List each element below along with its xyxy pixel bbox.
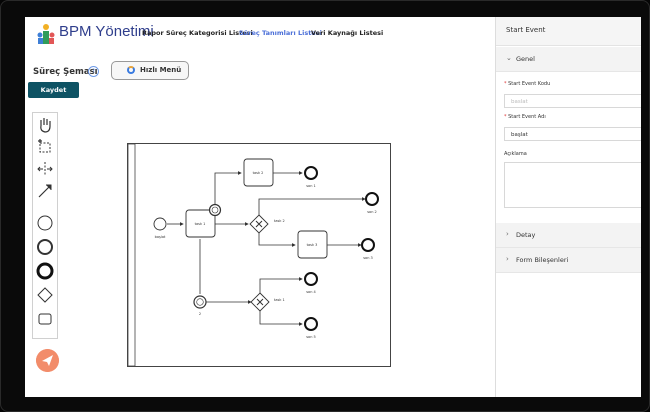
section-detay-label: Detay	[516, 231, 536, 239]
gateway-1-label: task 2	[274, 219, 285, 223]
lasso-tool-icon[interactable]	[35, 137, 55, 157]
section-genel-label: Genel	[516, 55, 535, 63]
aciklama-label: Açıklama	[504, 151, 527, 157]
intermediate-timer-event[interactable]	[193, 295, 207, 309]
start-event[interactable]	[153, 217, 167, 231]
start-event-code-input[interactable]: baslat	[504, 94, 641, 108]
nav-veri-kaynagi[interactable]: Veri Kaynağı Listesi	[311, 29, 383, 37]
end-event-3[interactable]	[361, 238, 375, 252]
device-frame: BPM Yönetimi Rapor Süreç Kategorisi List…	[0, 0, 650, 412]
nav-rapor[interactable]: Rapor	[142, 29, 164, 37]
pool-lane-header	[127, 143, 136, 367]
section-form-bilesenleri[interactable]: › Form Bileşenleri	[496, 248, 641, 273]
send-button[interactable]	[36, 349, 59, 372]
info-icon[interactable]: ?	[88, 66, 99, 77]
gateway-2-label: task 1	[274, 298, 285, 302]
hand-tool-icon[interactable]	[35, 115, 55, 135]
intermediate-event-icon[interactable]	[35, 237, 55, 257]
chevron-right-icon: ›	[506, 230, 509, 238]
chevron-right-icon: ›	[506, 255, 509, 263]
quick-menu-button[interactable]: Hızlı Menü	[111, 61, 189, 80]
task-3-label: task 3	[307, 243, 318, 247]
start-event-label: başlat	[155, 235, 166, 239]
task-2-top-label: task 2	[253, 171, 264, 175]
top-navbar: BPM Yönetimi Rapor Süreç Kategorisi List…	[25, 17, 495, 51]
quick-menu-label: Hızlı Menü	[140, 66, 182, 74]
task-icon[interactable]	[35, 309, 55, 329]
end-event-1[interactable]	[304, 166, 318, 180]
connect-tool-icon[interactable]	[35, 181, 55, 201]
people-logo-icon	[37, 24, 55, 44]
loading-ring-icon	[127, 66, 135, 74]
app-screen: BPM Yönetimi Rapor Süreç Kategorisi List…	[25, 17, 641, 397]
end-event-3-label: son 3	[363, 256, 373, 260]
description-textarea[interactable]	[504, 162, 641, 208]
end-event-5-label: son 5	[306, 335, 316, 339]
nav-surec-tanimlari[interactable]: Süreç Tanımları Listesi	[239, 29, 322, 37]
start-event-icon[interactable]	[35, 213, 55, 233]
task-1-label: task 1	[195, 222, 206, 226]
end-event-2[interactable]	[365, 192, 379, 206]
end-event-2-label: son 2	[367, 210, 377, 214]
section-form-label: Form Bileşenleri	[516, 256, 569, 264]
end-event-4[interactable]	[304, 272, 318, 286]
properties-panel: Start Event ⌄ Genel * Start Event Kodu b…	[495, 17, 641, 397]
bpmn-diagram: başlat task 1 task 2 son 1 task 2 son 2 …	[127, 143, 379, 367]
end-event-4-label: son 4	[306, 290, 316, 294]
end-event-5[interactable]	[304, 317, 318, 331]
brand-title: BPM Yönetimi	[59, 23, 154, 40]
start-event-name-value: başlat	[511, 132, 528, 138]
bpmn-canvas[interactable]: başlat task 1 task 2 son 1 task 2 son 2 …	[127, 143, 391, 367]
section-genel[interactable]: ⌄ Genel	[496, 47, 641, 72]
save-button[interactable]: Kaydet	[28, 82, 79, 98]
chevron-down-icon: ⌄	[506, 54, 512, 62]
gateway-icon[interactable]	[35, 285, 55, 305]
start-event-name-input[interactable]: başlat ⊗	[504, 127, 641, 141]
tool-palette	[32, 112, 58, 339]
timer-label: 2	[199, 312, 201, 316]
end-event-icon[interactable]	[35, 261, 55, 281]
ad-field-label: * Start Event Adı	[504, 114, 546, 120]
section-detay[interactable]: › Detay	[496, 223, 641, 248]
panel-header: Start Event	[496, 17, 641, 46]
boundary-timer-event[interactable]	[208, 203, 222, 217]
panel-title: Start Event	[506, 26, 546, 34]
end-event-1-label: son 1	[306, 184, 316, 188]
space-tool-icon[interactable]	[35, 159, 55, 179]
kod-field-label: * Start Event Kodu	[504, 81, 551, 87]
